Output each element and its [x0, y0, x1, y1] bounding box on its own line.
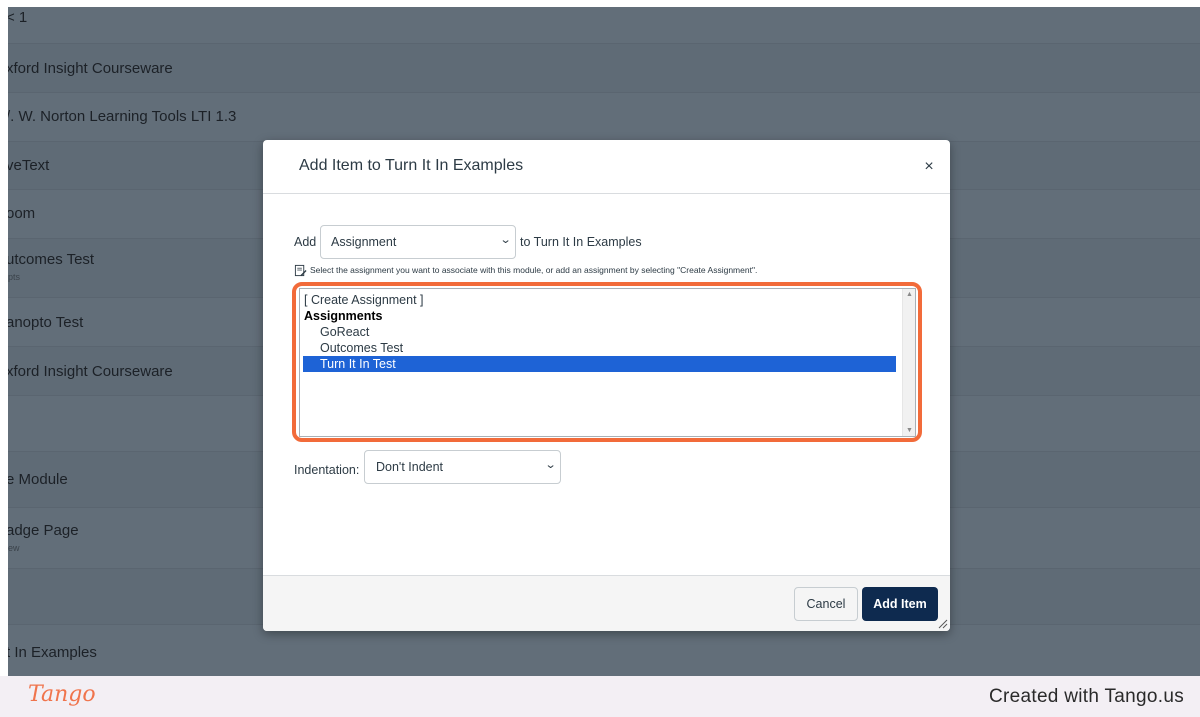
hint-text: Select the assignment you want to associ… [294, 264, 757, 277]
dialog-title: Add Item to Turn It In Examples [299, 157, 524, 174]
indentation-value: Don't Indent [376, 460, 444, 474]
hint-label: Select the assignment you want to associ… [310, 264, 758, 275]
module-row: t In Examples [8, 625, 1200, 676]
module-row: /. W. Norton Learning Tools LTI 1.3 [8, 93, 1200, 142]
indentation-select[interactable]: Don't Indent ⌄ [364, 450, 561, 484]
add-label: Add [294, 235, 317, 249]
indentation-label: Indentation: [294, 463, 360, 477]
close-button[interactable]: × [920, 158, 938, 176]
scroll-up-icon[interactable]: ▲ [906, 291, 913, 298]
tango-logo: Tango [28, 682, 96, 707]
module-row-title: adge Page [8, 522, 79, 539]
module-row-title: xford Insight Courseware [8, 363, 173, 380]
module-row-subtitle: ew [8, 543, 20, 553]
module-row-subtitle: pts [8, 272, 21, 282]
module-row-title: e Module [8, 471, 68, 488]
add-item-button[interactable]: Add Item [862, 587, 938, 621]
list-item[interactable]: Outcomes Test [320, 340, 403, 356]
chevron-down-icon: ⌄ [499, 234, 512, 246]
create-assignment-option[interactable]: [ Create Assignment ] [304, 292, 424, 308]
tango-credit: Created with Tango.us [988, 686, 1184, 707]
module-row-title: /. W. Norton Learning Tools LTI 1.3 [8, 108, 237, 125]
to-module-label: to Turn It In Examples [520, 235, 642, 249]
module-row: xford Insight Courseware [8, 44, 1200, 93]
listbox-scrollbar[interactable]: ▲ ▼ [902, 289, 915, 436]
module-row: < 1 [8, 7, 1200, 44]
module-row-title: veText [8, 157, 50, 174]
assignments-group-label: Assignments [304, 309, 383, 323]
item-type-select[interactable]: Assignment ⌄ [320, 225, 516, 259]
module-row-title: anopto Test [8, 314, 84, 331]
module-row-title: xford Insight Courseware [8, 60, 173, 77]
dialog-footer: Cancel Add Item [263, 575, 950, 631]
dialog-header: Add Item to Turn It In Examples × [263, 140, 950, 194]
list-item-selected[interactable]: Turn It In Test [303, 356, 896, 372]
cancel-button[interactable]: Cancel [794, 587, 858, 621]
scroll-down-icon[interactable]: ▼ [906, 427, 913, 434]
module-row-title: < 1 [8, 9, 28, 26]
list-item[interactable]: GoReact [320, 324, 369, 340]
edit-note-icon [294, 264, 307, 277]
resize-grip-icon[interactable] [938, 619, 948, 629]
close-icon[interactable]: × [924, 158, 933, 175]
item-type-value: Assignment [331, 235, 397, 249]
assignment-listbox[interactable]: [ Create Assignment ] Assignments GoReac… [299, 288, 916, 437]
tango-footer: Tango Created with Tango.us [0, 676, 1200, 717]
add-item-dialog: Add Item to Turn It In Examples × Add As… [263, 140, 950, 631]
module-row-title: t In Examples [8, 644, 97, 661]
module-row-title: oom [8, 205, 36, 222]
chevron-down-icon: ⌄ [544, 459, 557, 471]
module-row-title: utcomes Test [8, 251, 95, 268]
